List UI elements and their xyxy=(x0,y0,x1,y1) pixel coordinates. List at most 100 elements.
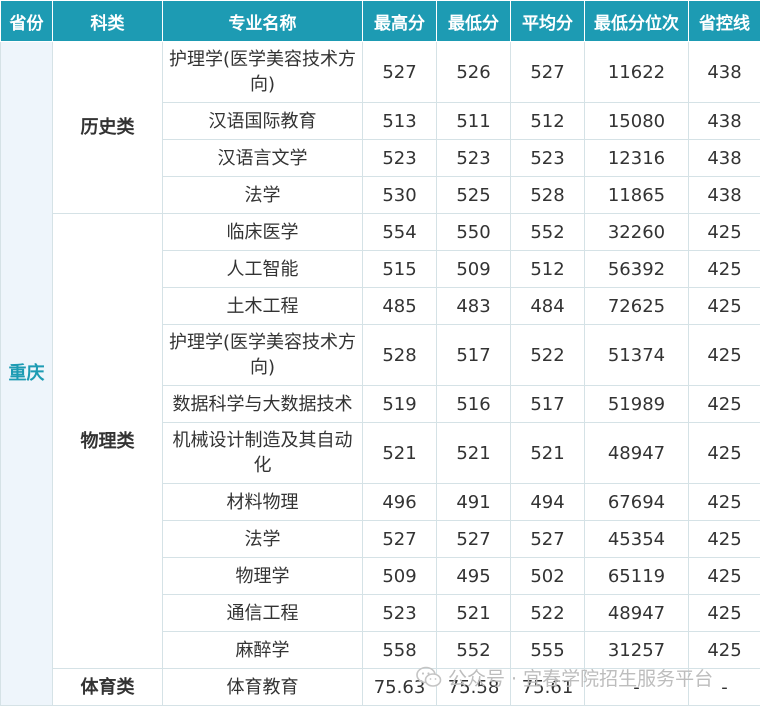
major-cell: 护理学(医学美容技术方向) xyxy=(162,41,363,103)
min-score-cell: 521 xyxy=(436,422,511,484)
min-rank-cell: 51989 xyxy=(584,385,689,423)
major-cell: 物理学 xyxy=(162,557,363,595)
category-cell-sports: 体育类 xyxy=(52,668,163,706)
header-max-score: 最高分 xyxy=(362,0,437,42)
control-line-cell: 425 xyxy=(688,250,760,288)
control-line-cell: 438 xyxy=(688,102,760,140)
min-rank-cell: 48947 xyxy=(584,422,689,484)
control-line-cell: 425 xyxy=(688,385,760,423)
avg-score-cell: 512 xyxy=(510,102,585,140)
header-major: 专业名称 xyxy=(162,0,363,42)
avg-score-cell: 552 xyxy=(510,213,585,251)
max-score-cell: 523 xyxy=(362,139,437,177)
min-rank-cell: 67694 xyxy=(584,483,689,521)
control-line-cell: 425 xyxy=(688,287,760,325)
control-line-cell: 438 xyxy=(688,176,760,214)
avg-score-cell: 517 xyxy=(510,385,585,423)
major-cell: 法学 xyxy=(162,176,363,214)
min-score-cell: 552 xyxy=(436,631,511,669)
control-line-cell: 425 xyxy=(688,324,760,386)
min-score-cell: 75.58 xyxy=(436,668,511,706)
min-rank-cell: 51374 xyxy=(584,324,689,386)
major-cell: 机械设计制造及其自动化 xyxy=(162,422,363,484)
min-score-cell: 483 xyxy=(436,287,511,325)
header-row: 省份 科类 专业名称 最高分 最低分 平均分 最低分位次 省控线 xyxy=(0,0,760,42)
max-score-cell: 496 xyxy=(362,483,437,521)
header-control-line: 省控线 xyxy=(688,0,760,42)
control-line-cell: 438 xyxy=(688,139,760,177)
avg-score-cell: 522 xyxy=(510,594,585,632)
max-score-cell: 521 xyxy=(362,422,437,484)
max-score-cell: 513 xyxy=(362,102,437,140)
category-cell-physics: 物理类 xyxy=(52,213,163,669)
major-cell: 临床医学 xyxy=(162,213,363,251)
control-line-cell: 425 xyxy=(688,557,760,595)
major-cell: 汉语国际教育 xyxy=(162,102,363,140)
max-score-cell: 523 xyxy=(362,594,437,632)
control-line-cell: - xyxy=(688,668,760,706)
min-rank-cell: - xyxy=(584,668,689,706)
category-cell-history: 历史类 xyxy=(52,41,163,214)
major-cell: 麻醉学 xyxy=(162,631,363,669)
control-line-cell: 425 xyxy=(688,422,760,484)
min-score-cell: 550 xyxy=(436,213,511,251)
min-rank-cell: 11865 xyxy=(584,176,689,214)
max-score-cell: 558 xyxy=(362,631,437,669)
min-score-cell: 527 xyxy=(436,520,511,558)
max-score-cell: 485 xyxy=(362,287,437,325)
avg-score-cell: 523 xyxy=(510,139,585,177)
min-rank-cell: 12316 xyxy=(584,139,689,177)
major-cell: 体育教育 xyxy=(162,668,363,706)
max-score-cell: 519 xyxy=(362,385,437,423)
control-line-cell: 425 xyxy=(688,631,760,669)
max-score-cell: 75.63 xyxy=(362,668,437,706)
avg-score-cell: 512 xyxy=(510,250,585,288)
control-line-cell: 425 xyxy=(688,483,760,521)
province-cell: 重庆 xyxy=(0,41,53,706)
min-score-cell: 521 xyxy=(436,594,511,632)
avg-score-cell: 75.61 xyxy=(510,668,585,706)
avg-score-cell: 527 xyxy=(510,520,585,558)
control-line-cell: 438 xyxy=(688,41,760,103)
max-score-cell: 527 xyxy=(362,41,437,103)
table-row: 重庆 历史类 护理学(医学美容技术方向) 527 526 527 11622 4… xyxy=(0,41,760,706)
major-cell: 法学 xyxy=(162,520,363,558)
control-line-cell: 425 xyxy=(688,520,760,558)
table-row: 物理类 临床医学 554 550 552 32260 425 xyxy=(1,213,760,669)
max-score-cell: 528 xyxy=(362,324,437,386)
min-score-cell: 526 xyxy=(436,41,511,103)
min-score-cell: 523 xyxy=(436,139,511,177)
header-avg-score: 平均分 xyxy=(510,0,585,42)
min-rank-cell: 15080 xyxy=(584,102,689,140)
major-cell: 汉语言文学 xyxy=(162,139,363,177)
avg-score-cell: 527 xyxy=(510,41,585,103)
header-province: 省份 xyxy=(0,0,53,42)
header-min-score: 最低分 xyxy=(436,0,511,42)
major-cell: 土木工程 xyxy=(162,287,363,325)
avg-score-cell: 555 xyxy=(510,631,585,669)
major-cell: 通信工程 xyxy=(162,594,363,632)
avg-score-cell: 484 xyxy=(510,287,585,325)
min-score-cell: 516 xyxy=(436,385,511,423)
major-cell: 材料物理 xyxy=(162,483,363,521)
min-rank-cell: 56392 xyxy=(584,250,689,288)
avg-score-cell: 521 xyxy=(510,422,585,484)
max-score-cell: 509 xyxy=(362,557,437,595)
min-rank-cell: 31257 xyxy=(584,631,689,669)
min-score-cell: 511 xyxy=(436,102,511,140)
header-min-rank: 最低分位次 xyxy=(584,0,689,42)
max-score-cell: 515 xyxy=(362,250,437,288)
control-line-cell: 425 xyxy=(688,213,760,251)
max-score-cell: 554 xyxy=(362,213,437,251)
min-score-cell: 525 xyxy=(436,176,511,214)
major-cell: 数据科学与大数据技术 xyxy=(162,385,363,423)
min-rank-cell: 65119 xyxy=(584,557,689,595)
control-line-cell: 425 xyxy=(688,594,760,632)
major-cell: 人工智能 xyxy=(162,250,363,288)
header-category: 科类 xyxy=(52,0,163,42)
max-score-cell: 527 xyxy=(362,520,437,558)
min-score-cell: 491 xyxy=(436,483,511,521)
admission-scores-table: 省份 科类 专业名称 最高分 最低分 平均分 最低分位次 省控线 重庆 历史类 … xyxy=(0,0,760,706)
avg-score-cell: 522 xyxy=(510,324,585,386)
min-rank-cell: 32260 xyxy=(584,213,689,251)
